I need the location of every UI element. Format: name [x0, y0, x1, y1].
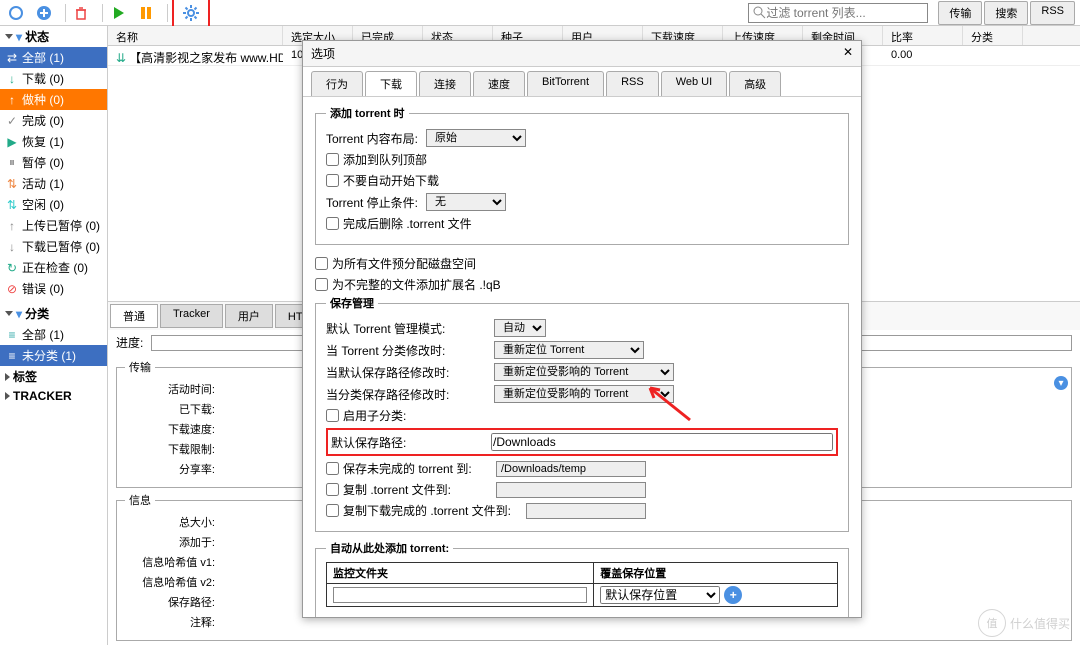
add-folder-icon[interactable]: +: [724, 586, 742, 604]
separator: [167, 4, 168, 22]
btab-general[interactable]: 普通: [110, 304, 158, 328]
tags-header[interactable]: 标签: [0, 366, 107, 387]
add-torrent-fieldset: 添加 torrent 时 Torrent 内容布局:原始 添加到队列顶部 不要自…: [315, 105, 849, 245]
watch-folder-table: 监控文件夹覆盖保存位置 默认保存位置+: [326, 562, 838, 607]
sidebar-cat-all[interactable]: ≡全部 (1): [0, 324, 107, 345]
pause-icon[interactable]: [135, 2, 157, 24]
delete-after-checkbox[interactable]: [326, 217, 339, 230]
filter-input[interactable]: [766, 6, 923, 20]
dialog-titlebar[interactable]: 选项 ✕: [303, 41, 861, 67]
sidebar-cat-unclassified[interactable]: ≡未分类 (1): [0, 345, 107, 366]
dtab-speed[interactable]: 速度: [473, 71, 525, 96]
options-dialog: 选项 ✕ 行为 下载 连接 速度 BitTorrent RSS Web UI 高…: [302, 40, 862, 618]
sidebar-item-download[interactable]: ↓下载 (0): [0, 68, 107, 89]
btab-tracker[interactable]: Tracker: [160, 304, 223, 328]
filter-search[interactable]: [748, 3, 928, 23]
copy-completed-input[interactable]: [526, 503, 646, 519]
sidebar: ▾ 状态 ⇄全部 (1) ↓下载 (0) ↑做种 (0) ✓完成 (0) ▶恢复…: [0, 26, 108, 645]
sidebar-item-down-paused[interactable]: ↓下载已暂停 (0): [0, 236, 107, 257]
tab-transfer[interactable]: 传输: [938, 1, 982, 25]
save-mgmt-fieldset: 保存管理 默认 Torrent 管理模式:自动 当 Torrent 分类修改时:…: [315, 295, 849, 532]
sidebar-item-error[interactable]: ⊘错误 (0): [0, 278, 107, 299]
category-header[interactable]: ▾ 分类: [0, 303, 107, 324]
progress-label: 进度:: [116, 334, 143, 351]
sidebar-item-up-paused[interactable]: ↑上传已暂停 (0): [0, 215, 107, 236]
dtab-connection[interactable]: 连接: [419, 71, 471, 96]
dialog-tabs: 行为 下载 连接 速度 BitTorrent RSS Web UI 高级: [303, 67, 861, 97]
sidebar-item-seeding[interactable]: ↑做种 (0): [0, 89, 107, 110]
content-layout-select[interactable]: 原始: [426, 129, 526, 147]
tracker-header[interactable]: TRACKER: [0, 387, 107, 405]
default-save-path-input[interactable]: [491, 433, 833, 451]
cat-change-select[interactable]: 重新定位 Torrent: [494, 341, 644, 359]
add-icon[interactable]: [33, 2, 55, 24]
dtab-bittorrent[interactable]: BitTorrent: [527, 71, 604, 96]
default-path-change-select[interactable]: 重新定位受影响的 Torrent: [494, 363, 674, 381]
col-category[interactable]: 分类: [963, 26, 1023, 45]
dtab-download[interactable]: 下载: [365, 71, 417, 96]
copy-torrent-input[interactable]: [496, 482, 646, 498]
sidebar-item-idle[interactable]: ⇅空闲 (0): [0, 194, 107, 215]
play-icon[interactable]: [107, 2, 129, 24]
dialog-body: 添加 torrent 时 Torrent 内容布局:原始 添加到队列顶部 不要自…: [303, 97, 861, 617]
dtab-behavior[interactable]: 行为: [311, 71, 363, 96]
col-ratio[interactable]: 比率: [883, 26, 963, 45]
save-incomplete-input[interactable]: [496, 461, 646, 477]
gear-icon[interactable]: [180, 2, 202, 24]
dtab-rss[interactable]: RSS: [606, 71, 659, 96]
watch-folder-input[interactable]: [333, 587, 587, 603]
sidebar-item-active[interactable]: ⇅活动 (1): [0, 173, 107, 194]
dialog-title-text: 选项: [311, 45, 335, 62]
enable-subcat-checkbox[interactable]: [326, 409, 339, 422]
copy-torrent-checkbox[interactable]: [326, 483, 339, 496]
save-incomplete-checkbox[interactable]: [326, 462, 339, 475]
status-header[interactable]: ▾ 状态: [0, 26, 107, 47]
col-name[interactable]: 名称: [108, 26, 283, 45]
close-icon[interactable]: ✕: [843, 45, 853, 62]
default-mode-select[interactable]: 自动: [494, 319, 546, 337]
tab-rss[interactable]: RSS: [1030, 1, 1075, 25]
auto-add-fieldset: 自动从此处添加 torrent: 监控文件夹覆盖保存位置 默认保存位置+: [315, 540, 849, 617]
sidebar-item-all[interactable]: ⇄全部 (1): [0, 47, 107, 68]
append-qb-checkbox[interactable]: [315, 278, 328, 291]
no-autostart-checkbox[interactable]: [326, 174, 339, 187]
search-icon: [753, 6, 766, 20]
add-top-checkbox[interactable]: [326, 153, 339, 166]
watermark: 值 什么值得买: [978, 609, 1070, 637]
sidebar-item-checking[interactable]: ↻正在检查 (0): [0, 257, 107, 278]
cat-path-change-select[interactable]: 重新定位受影响的 Torrent: [494, 385, 674, 403]
sidebar-item-complete[interactable]: ✓完成 (0): [0, 110, 107, 131]
btab-peers[interactable]: 用户: [225, 304, 273, 328]
override-loc-select[interactable]: 默认保存位置: [600, 586, 720, 604]
copy-completed-checkbox[interactable]: [326, 504, 339, 517]
sidebar-item-paused[interactable]: ⏸暂停 (0): [0, 152, 107, 173]
separator: [102, 4, 103, 22]
settings-highlight: [172, 0, 210, 28]
default-save-path-row: 默认保存路径:: [326, 428, 838, 456]
link-icon[interactable]: [5, 2, 27, 24]
expand-icon[interactable]: ▾: [1054, 376, 1068, 390]
stop-cond-select[interactable]: 无: [426, 193, 506, 211]
delete-icon[interactable]: [70, 2, 92, 24]
tab-search[interactable]: 搜索: [984, 1, 1028, 25]
dtab-advanced[interactable]: 高级: [729, 71, 781, 96]
main-toolbar: 传输 搜索 RSS: [0, 0, 1080, 26]
dtab-webui[interactable]: Web UI: [661, 71, 727, 96]
sidebar-item-resume[interactable]: ▶恢复 (1): [0, 131, 107, 152]
view-tabs: 传输 搜索 RSS: [936, 1, 1075, 25]
separator: [65, 4, 66, 22]
prealloc-checkbox[interactable]: [315, 257, 328, 270]
